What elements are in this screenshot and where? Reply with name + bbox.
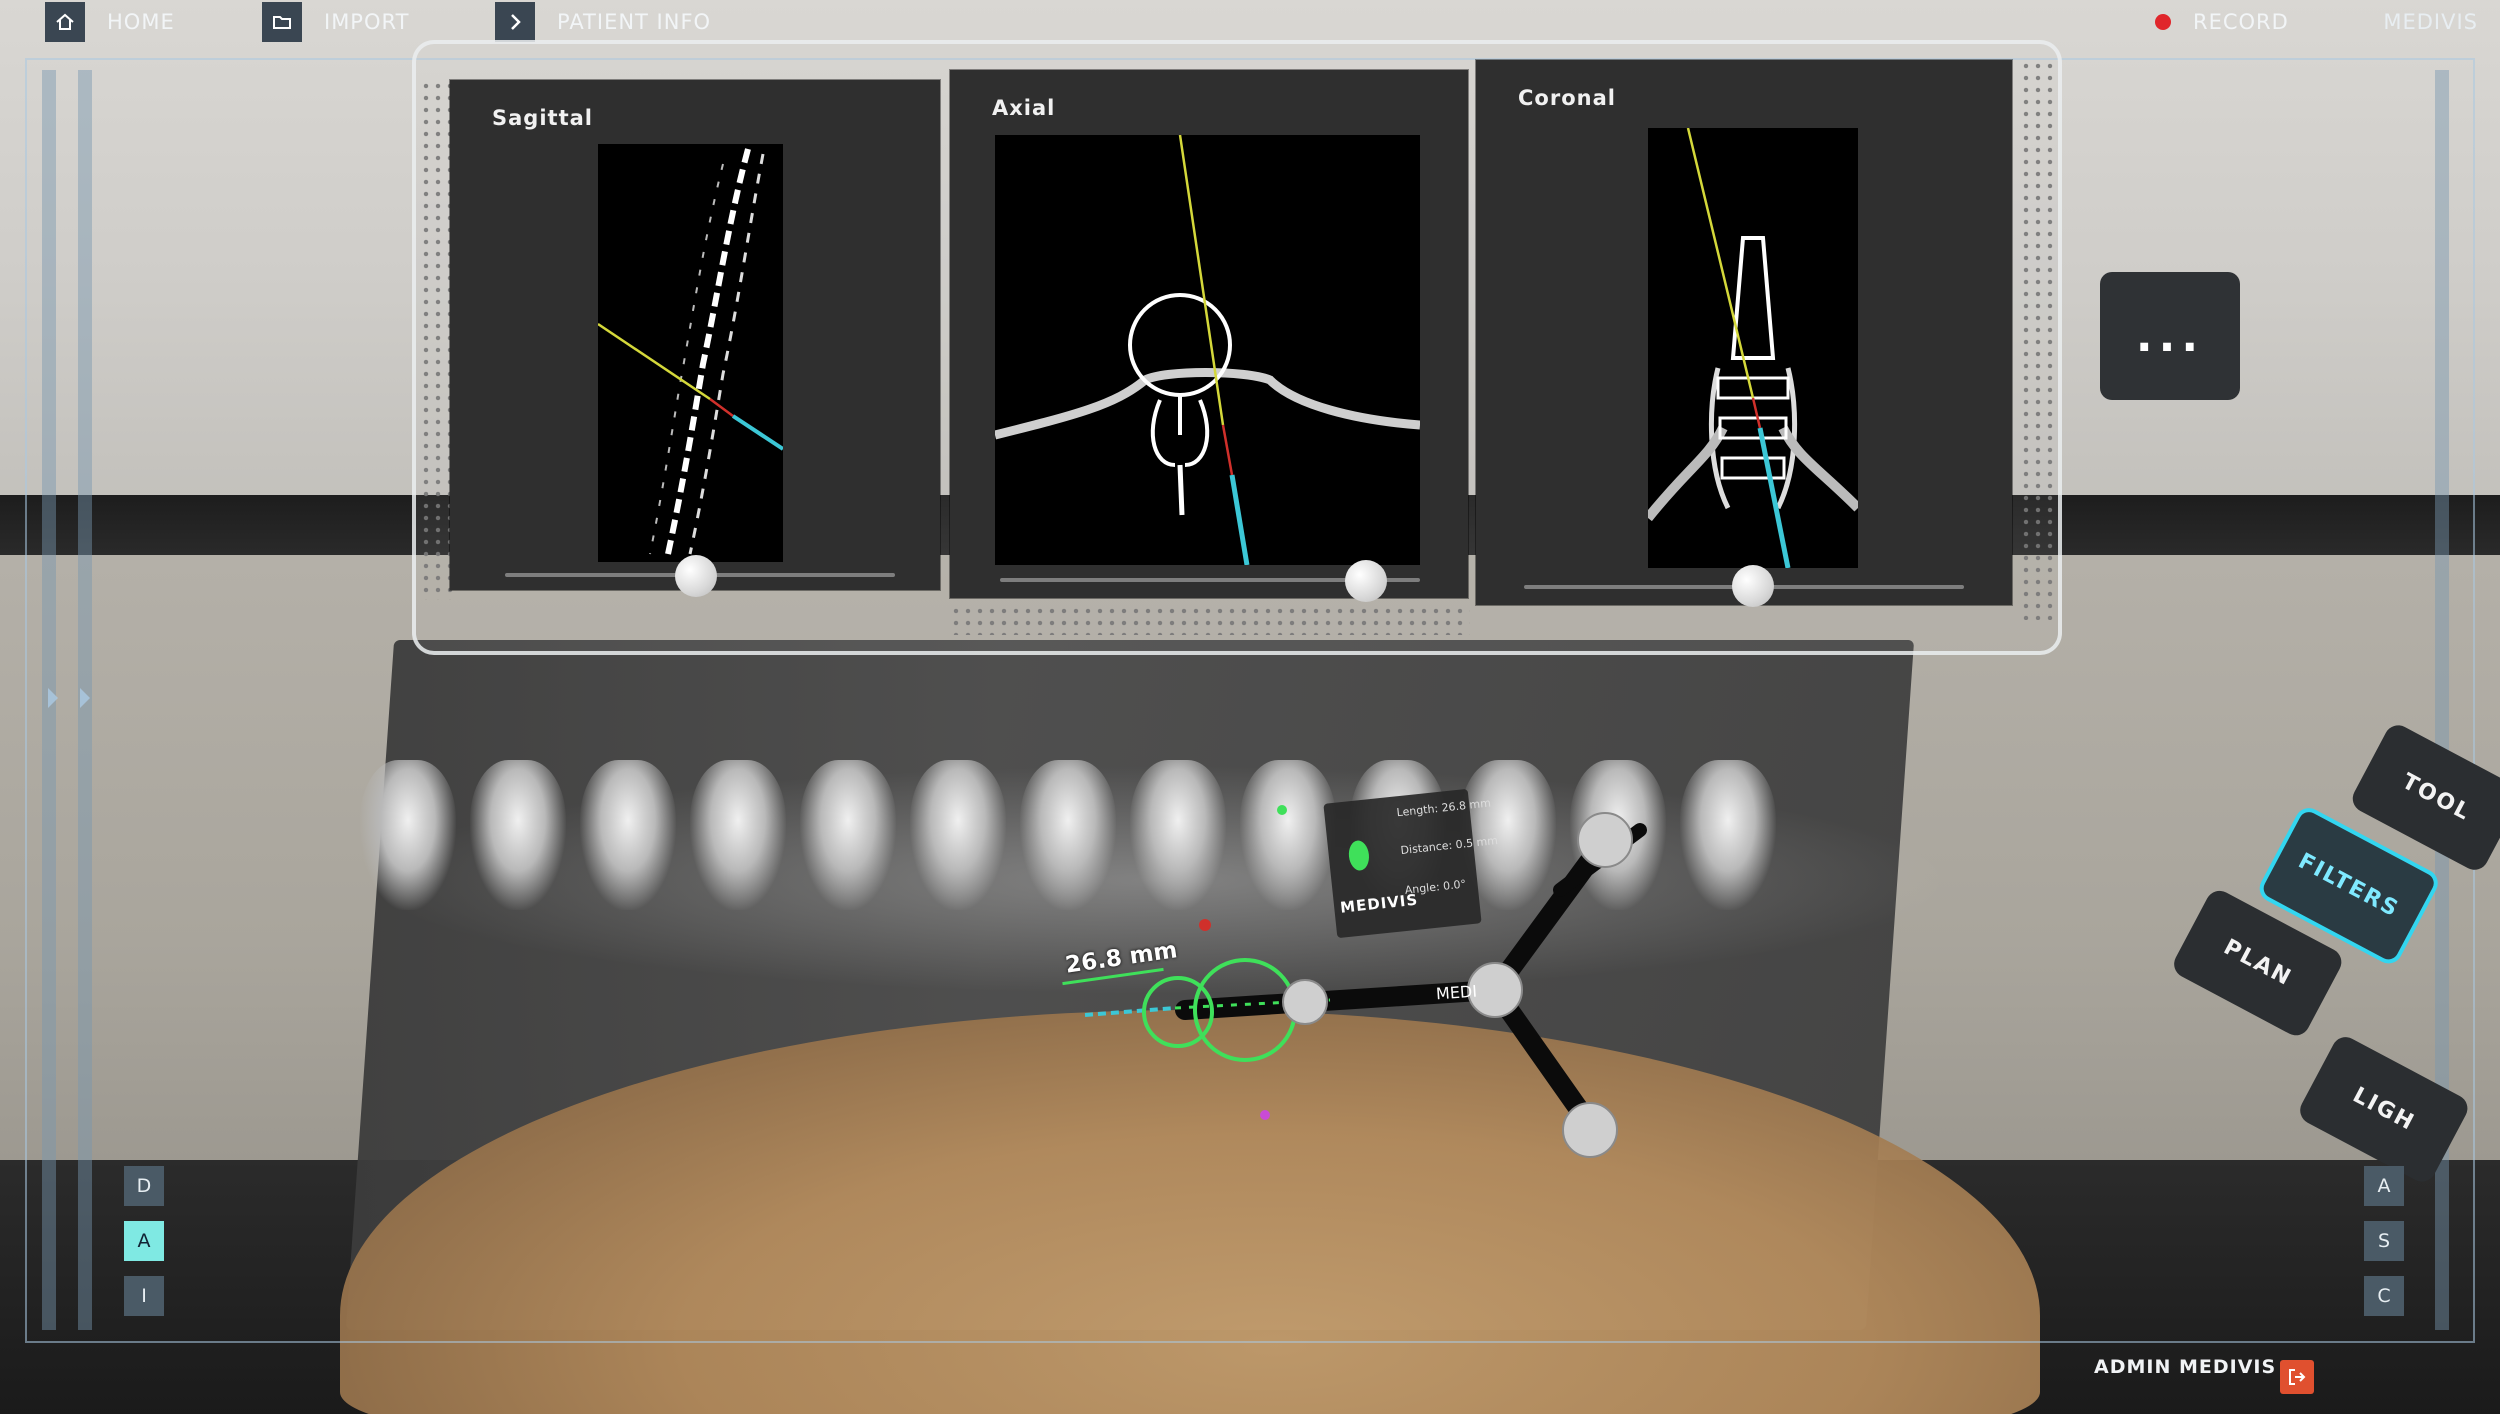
view-button-a[interactable]: A <box>2364 1166 2404 1206</box>
status-indicator-icon <box>1347 839 1371 872</box>
axial-view[interactable]: Axial <box>950 70 1468 602</box>
logout-button[interactable] <box>2280 1360 2314 1394</box>
axial-scan-image[interactable] <box>995 135 1420 565</box>
coronal-scan-image[interactable] <box>1648 128 1858 568</box>
axial-title: Axial <box>992 96 1056 120</box>
home-icon <box>45 2 85 42</box>
record-button[interactable]: RECORD <box>2155 2 2289 42</box>
nav-home-label: HOME <box>107 10 175 34</box>
view-button-s[interactable]: S <box>2364 1221 2404 1261</box>
axial-slider-thumb[interactable] <box>1345 560 1387 602</box>
panel-grip-bottom[interactable] <box>950 605 1470 635</box>
coronal-slider-thumb[interactable] <box>1732 565 1774 607</box>
user-name: ADMIN MEDIVIS <box>2094 1356 2277 1378</box>
view-button-c[interactable]: C <box>2364 1276 2404 1316</box>
instrument-info-card: MEDIVIS Length: 26.8 mm Distance: 0.5 mm… <box>1323 788 1499 939</box>
orientation-button-d[interactable]: D <box>124 1166 164 1206</box>
sagittal-title: Sagittal <box>492 106 593 130</box>
nav-import-label: IMPORT <box>324 10 410 34</box>
record-dot-icon <box>2155 14 2171 30</box>
orientation-button-a[interactable]: A <box>124 1221 164 1261</box>
panel-grip-right[interactable] <box>2020 60 2056 620</box>
expand-left-arrow-icon[interactable] <box>48 688 58 708</box>
more-options-button[interactable]: ... <box>2100 272 2240 400</box>
top-nav: HOME IMPORT PATIENT INFO RECORD MEDIVIS <box>0 0 2500 44</box>
logout-icon <box>2289 1369 2306 1385</box>
coronal-view[interactable]: Coronal <box>1476 60 2012 607</box>
angle-readout: Angle: 0.0° <box>1404 877 1467 897</box>
sagittal-view[interactable]: Sagittal <box>450 80 940 597</box>
record-label: RECORD <box>2193 10 2289 34</box>
chevron-right-icon <box>495 2 535 42</box>
nav-patient-info-label: PATIENT INFO <box>557 10 712 34</box>
sagittal-slider-thumb[interactable] <box>675 555 717 597</box>
nav-home[interactable]: HOME <box>45 2 175 42</box>
folder-icon <box>262 2 302 42</box>
orientation-button-i[interactable]: I <box>124 1276 164 1316</box>
brand-logo: MEDIVIS <box>2383 10 2478 34</box>
nav-patient-info[interactable]: PATIENT INFO <box>495 2 711 42</box>
instrument-brand-label: MEDI <box>1435 981 1478 1004</box>
sagittal-scan-image[interactable] <box>598 144 783 562</box>
coronal-title: Coronal <box>1518 86 1616 110</box>
nav-import[interactable]: IMPORT <box>262 2 409 42</box>
expand-left-arrow-icon[interactable] <box>80 688 90 708</box>
